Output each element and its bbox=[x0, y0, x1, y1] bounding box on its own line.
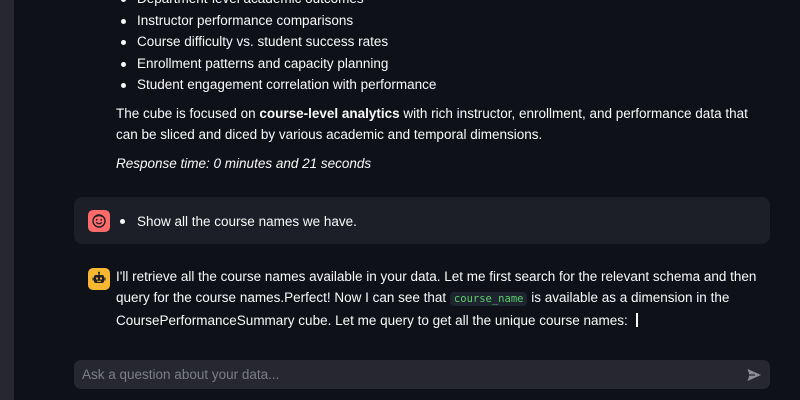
list-item: Student engagement correlation with perf… bbox=[116, 74, 436, 96]
chat-input[interactable] bbox=[82, 360, 722, 389]
previous-response-bullet-list: Department-level academic outcomes Instr… bbox=[116, 0, 436, 96]
send-button[interactable] bbox=[744, 365, 764, 385]
user-message-text: Show all the course names we have. bbox=[120, 211, 357, 232]
list-item: Course difficulty vs. student success ra… bbox=[116, 31, 436, 53]
list-item: Department-level academic outcomes bbox=[116, 0, 436, 10]
previous-response-summary: The cube is focused on course-level anal… bbox=[116, 106, 748, 142]
list-item: Enrollment patterns and capacity plannin… bbox=[116, 53, 436, 75]
send-arrow-icon bbox=[747, 369, 761, 381]
chat-history: Department-level academic outcomes Instr… bbox=[0, 0, 800, 400]
chat-input-box[interactable] bbox=[74, 360, 770, 389]
list-item: Instructor performance comparisons bbox=[116, 10, 436, 32]
assistant-message-text: I'll retrieve all the course names avail… bbox=[116, 269, 757, 328]
inline-code: course_name bbox=[449, 292, 528, 306]
assistant-avatar bbox=[88, 268, 110, 290]
user-avatar bbox=[88, 210, 110, 232]
robot-icon bbox=[92, 271, 106, 283]
smiley-face-icon bbox=[92, 214, 106, 228]
response-time: Response time: 0 minutes and 21 seconds bbox=[116, 156, 372, 171]
summary-bold-text: course-level analytics bbox=[259, 106, 400, 121]
streaming-cursor bbox=[635, 313, 638, 327]
